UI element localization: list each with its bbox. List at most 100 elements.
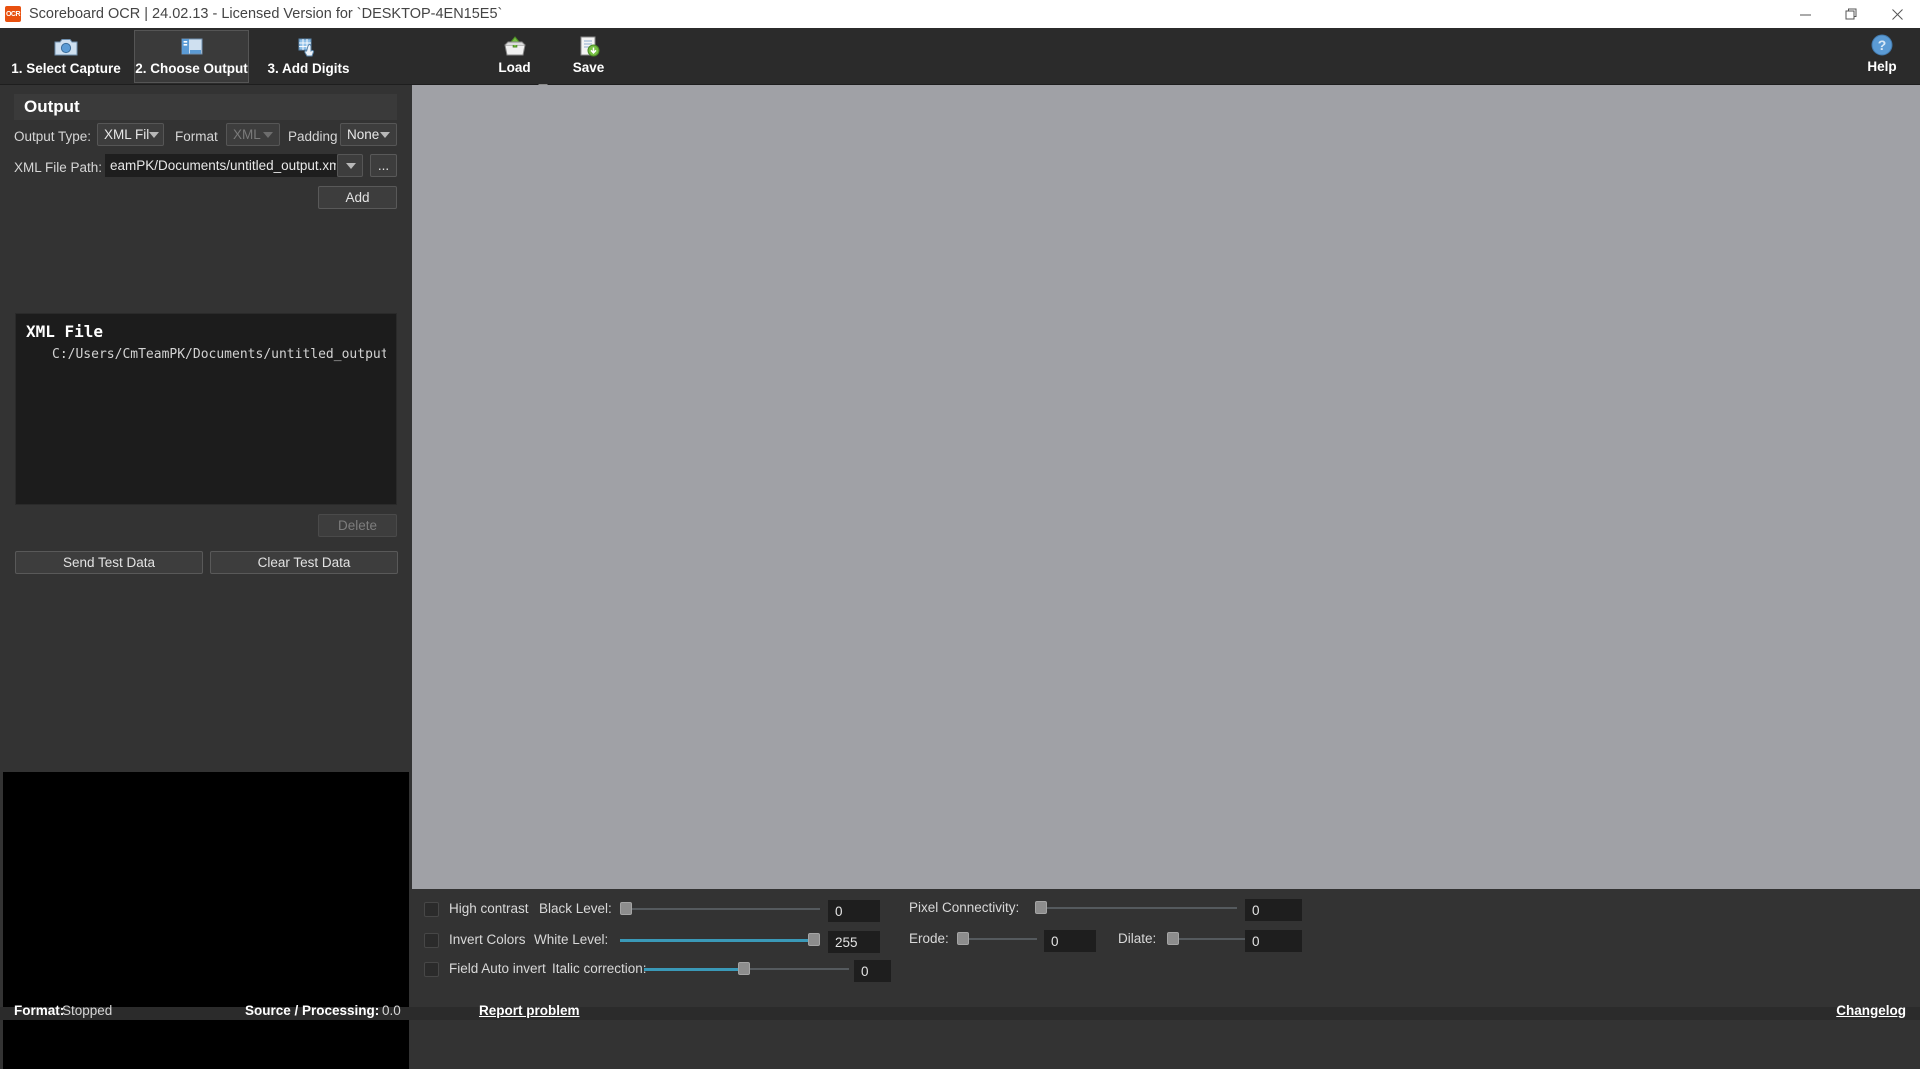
status-bar: Format: Stopped Source / Processing: 0.0… — [0, 1001, 1920, 1020]
slider-track — [1167, 938, 1247, 940]
source-processing-key: Source / Processing: — [245, 1003, 380, 1018]
window-icon — [180, 36, 204, 58]
camera-icon — [54, 36, 78, 58]
slider-track — [957, 938, 1037, 940]
black-level-value[interactable]: 0 — [828, 900, 880, 922]
dilate-slider[interactable] — [1167, 931, 1247, 947]
close-button[interactable] — [1874, 0, 1920, 28]
format-status-value: Stopped — [62, 1003, 113, 1018]
slider-knob[interactable] — [1035, 901, 1047, 914]
capture-preview-thumbnail[interactable] — [3, 772, 409, 1069]
tab-label: 3. Add Digits — [267, 61, 350, 76]
field-auto-invert-label: Field Auto invert — [449, 961, 546, 976]
slider-fill — [644, 968, 744, 971]
hand-click-icon — [297, 36, 321, 58]
save-button[interactable]: Save — [551, 30, 626, 83]
output-type-label: Output Type: — [14, 129, 92, 144]
format-select: XML — [226, 123, 280, 146]
invert-colors-checkbox[interactable] — [424, 933, 439, 948]
field-auto-invert-checkbox[interactable] — [424, 962, 439, 977]
svg-text:?: ? — [1878, 37, 1887, 53]
maximize-button[interactable] — [1828, 0, 1874, 28]
italic-correction-slider[interactable] — [644, 961, 849, 977]
pixel-connectivity-slider[interactable] — [1035, 900, 1237, 916]
close-icon — [1891, 8, 1903, 20]
pixel-connectivity-value[interactable]: 0 — [1245, 899, 1302, 921]
output-type-value: XML Fil — [104, 127, 150, 142]
output-type-select[interactable]: XML Fil — [97, 123, 164, 146]
minimize-button[interactable] — [1782, 0, 1828, 28]
white-level-label: White Level: — [534, 932, 609, 947]
padding-select[interactable]: None — [340, 123, 397, 146]
chevron-down-icon — [263, 131, 273, 138]
browse-button[interactable]: ... — [370, 154, 397, 177]
file-path-label: XML File Path: — [14, 160, 103, 175]
main-preview-area[interactable] — [412, 85, 1920, 889]
format-value: XML — [233, 127, 261, 142]
send-test-data-button[interactable]: Send Test Data — [15, 551, 203, 574]
save-disk-icon — [577, 35, 601, 57]
slider-knob[interactable] — [738, 962, 750, 975]
italic-correction-value[interactable]: 0 — [854, 960, 891, 982]
maximize-icon — [1845, 8, 1856, 19]
white-level-slider[interactable] — [620, 932, 820, 948]
list-item[interactable]: C:/Users/CmTeamPK/Documents/untitled_out… — [52, 347, 386, 362]
help-button[interactable]: ? Help — [1852, 30, 1912, 83]
tab-choose-output[interactable]: 2. Choose Output — [134, 30, 249, 83]
minimize-icon — [1799, 14, 1811, 15]
white-level-value[interactable]: 255 — [828, 931, 880, 953]
black-level-slider[interactable] — [620, 901, 820, 917]
pixel-connectivity-label: Pixel Connectivity: — [909, 900, 1020, 915]
erode-slider[interactable] — [957, 931, 1037, 947]
file-path-input[interactable]: eamPK/Documents/untitled_output.xml — [105, 154, 337, 177]
help-label: Help — [1867, 59, 1897, 74]
slider-fill — [620, 939, 818, 942]
add-button[interactable]: Add — [318, 186, 397, 209]
padding-value: None — [347, 127, 380, 142]
tab-label: 1. Select Capture — [11, 61, 121, 76]
window-title: Scoreboard OCR | 24.02.13 - Licensed Ver… — [29, 6, 503, 22]
black-level-label: Black Level: — [539, 901, 612, 916]
format-label: Format — [175, 129, 218, 144]
chevron-down-icon — [380, 131, 390, 138]
tab-add-digits[interactable]: 3. Add Digits — [256, 30, 361, 83]
dilate-value[interactable]: 0 — [1245, 930, 1302, 952]
clear-test-data-button[interactable]: Clear Test Data — [210, 551, 398, 574]
erode-label: Erode: — [909, 931, 949, 946]
image-processing-controls: High contrast Black Level: 0 Pixel Conne… — [412, 889, 1920, 1007]
erode-value[interactable]: 0 — [1044, 930, 1096, 952]
question-circle-icon: ? — [1871, 34, 1893, 59]
source-processing-value: 0.0 — [382, 1003, 401, 1018]
dilate-label: Dilate: — [1118, 931, 1157, 946]
chevron-down-icon — [346, 162, 356, 169]
window-controls — [1782, 0, 1920, 28]
delete-button[interactable]: Delete — [318, 514, 397, 537]
slider-knob[interactable] — [620, 902, 632, 915]
format-status-key: Format: — [14, 1003, 65, 1018]
tab-select-capture[interactable]: 1. Select Capture — [6, 30, 126, 83]
invert-colors-label: Invert Colors — [449, 932, 526, 947]
open-box-icon — [502, 35, 528, 57]
panel-title: Output — [14, 94, 397, 120]
file-path-value: eamPK/Documents/untitled_output.xml — [110, 158, 337, 173]
slider-knob[interactable] — [1167, 932, 1179, 945]
padding-label: Padding — [288, 129, 338, 144]
load-button[interactable]: Load — [477, 30, 552, 83]
app-logo-icon: OCR — [5, 6, 21, 22]
slider-knob[interactable] — [957, 932, 969, 945]
output-panel: Output Output Type: XML Fil Format XML P… — [0, 85, 412, 1069]
changelog-link[interactable]: Changelog — [1836, 1003, 1906, 1018]
button-label: Save — [572, 60, 605, 75]
title-bar: OCR Scoreboard OCR | 24.02.13 - Licensed… — [0, 0, 1920, 28]
ribbon-toolbar: 1. Select Capture 2. Choose Output 3. Ad… — [0, 28, 1920, 89]
high-contrast-checkbox[interactable] — [424, 902, 439, 917]
output-list[interactable]: XML File C:/Users/CmTeamPK/Documents/unt… — [15, 313, 397, 505]
slider-track — [620, 908, 820, 910]
list-group-title: XML File — [26, 322, 104, 341]
file-path-history-dropdown[interactable] — [337, 154, 363, 177]
high-contrast-label: High contrast — [449, 901, 529, 916]
slider-knob[interactable] — [808, 933, 820, 946]
report-problem-link[interactable]: Report problem — [479, 1003, 580, 1018]
chevron-down-icon — [149, 131, 160, 138]
tab-label: 2. Choose Output — [135, 61, 248, 76]
